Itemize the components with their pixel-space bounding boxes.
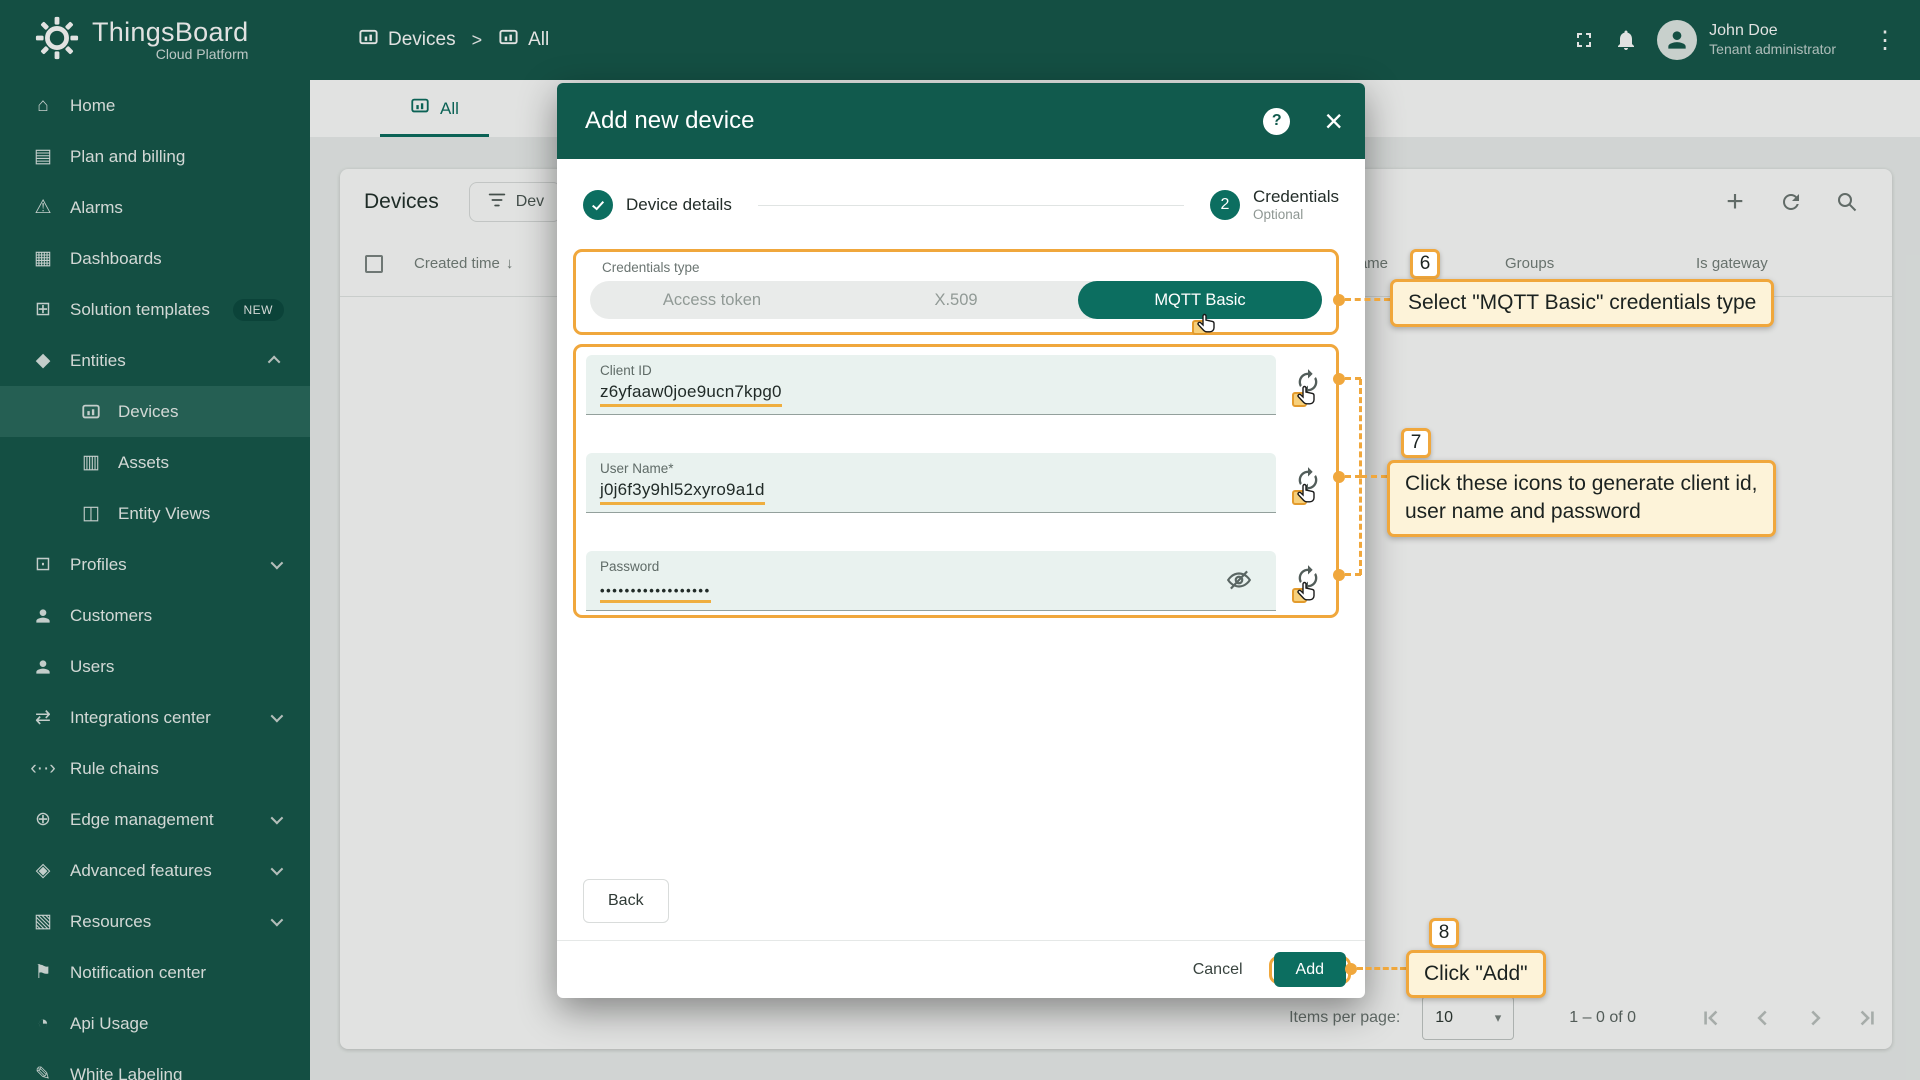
client-id-field[interactable]: Client ID z6yfaaw0joe9ucn7kpg0 [586, 355, 1276, 415]
password-row: Password •••••••••••••••••• [586, 551, 1330, 611]
step1-check-icon [583, 190, 613, 220]
client-id-value: z6yfaaw0joe9ucn7kpg0 [600, 382, 782, 407]
close-icon[interactable]: × [1324, 105, 1343, 137]
username-label: User Name* [600, 461, 1262, 476]
add-button-highlight: Add [1269, 956, 1351, 984]
credentials-fields-highlight: Client ID z6yfaaw0joe9ucn7kpg0 User Name… [573, 344, 1339, 618]
credentials-type-label: Credentials type [602, 260, 1324, 275]
autorenew-icon [1294, 368, 1322, 396]
step2-sublabel: Optional [1253, 207, 1339, 224]
username-row: User Name* j0j6f3y9hl52xyro9a1d [586, 453, 1330, 513]
generate-password-button[interactable] [1286, 556, 1330, 600]
dialog-stepper: Device details 2 Credentials Optional [557, 159, 1365, 251]
option-x509[interactable]: X.509 [834, 281, 1078, 319]
username-field[interactable]: User Name* j0j6f3y9hl52xyro9a1d [586, 453, 1276, 513]
add-button[interactable]: Add [1274, 952, 1346, 987]
autorenew-icon [1294, 466, 1322, 494]
step2[interactable]: 2 Credentials Optional [1210, 186, 1339, 224]
client-id-label: Client ID [600, 363, 1262, 378]
back-button[interactable]: Back [583, 879, 669, 923]
visibility-off-icon[interactable] [1226, 567, 1252, 598]
step1-label[interactable]: Device details [626, 195, 732, 215]
option-access-token[interactable]: Access token [590, 281, 834, 319]
step2-number: 2 [1210, 190, 1240, 220]
client-id-row: Client ID z6yfaaw0joe9ucn7kpg0 [586, 355, 1330, 415]
password-field[interactable]: Password •••••••••••••••••• [586, 551, 1276, 611]
step2-label: Credentials [1253, 186, 1339, 207]
generate-client-id-button[interactable] [1286, 360, 1330, 404]
option-mqtt-basic[interactable]: MQTT Basic [1078, 281, 1322, 319]
password-label: Password [600, 559, 1262, 574]
dialog-header: Add new device ? × [557, 83, 1365, 159]
dialog-title: Add new device [585, 107, 754, 135]
password-value: •••••••••••••••••• [600, 583, 711, 603]
username-value: j0j6f3y9hl52xyro9a1d [600, 480, 765, 505]
help-icon[interactable]: ? [1263, 108, 1290, 135]
credentials-type-highlight: Credentials type Access token X.509 MQTT… [573, 249, 1339, 335]
cancel-button[interactable]: Cancel [1175, 951, 1261, 989]
autorenew-icon [1294, 564, 1322, 592]
add-new-device-dialog: Add new device ? × Device details 2 Cred… [557, 83, 1365, 998]
screen: ThingsBoard Cloud Platform Devices > All [0, 0, 1920, 1080]
generate-username-button[interactable] [1286, 458, 1330, 502]
dialog-footer: Cancel Add [557, 940, 1365, 998]
credentials-type-toggle: Access token X.509 MQTT Basic [590, 281, 1322, 319]
stepper-divider [758, 205, 1184, 206]
